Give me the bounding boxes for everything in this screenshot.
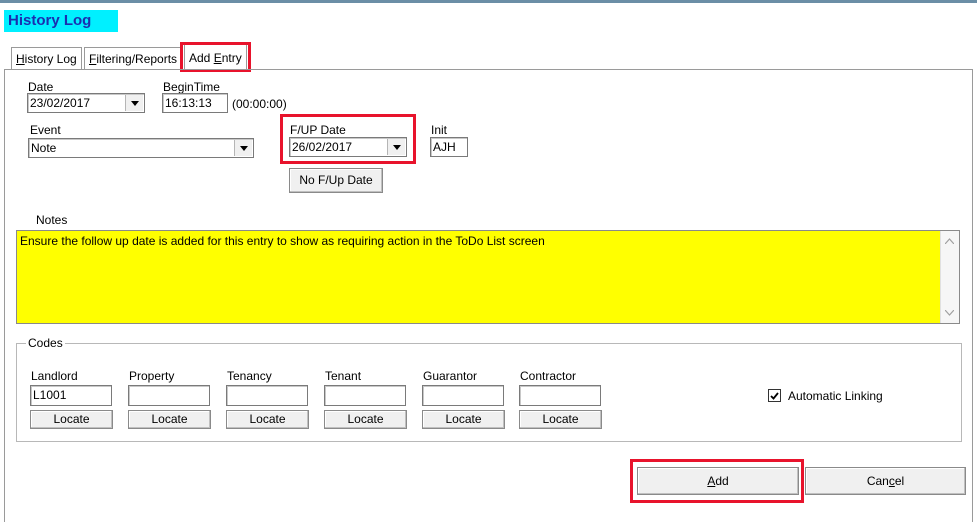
scroll-up-icon <box>945 238 954 244</box>
init-input[interactable]: AJH <box>430 137 468 157</box>
begintime-input[interactable]: 16:13:13 <box>162 93 228 113</box>
landlord-input[interactable]: L1001 <box>30 385 112 406</box>
notes-label: Notes <box>36 213 68 227</box>
contractor-locate-button[interactable]: Locate <box>519 410 602 429</box>
landlord-locate-button[interactable]: Locate <box>30 410 113 429</box>
window-top-border <box>0 0 977 3</box>
property-locate-button[interactable]: Locate <box>128 410 211 429</box>
highlight-add-button <box>630 459 804 503</box>
event-combo[interactable]: Note <box>28 138 254 158</box>
cancel-button[interactable]: Cancel <box>805 467 966 495</box>
notes-text: Ensure the follow up date is added for t… <box>20 234 545 248</box>
window-title: History Log <box>4 10 118 32</box>
init-label: Init <box>431 123 448 137</box>
date-label: Date <box>28 80 54 94</box>
property-input[interactable] <box>128 385 210 406</box>
guarantor-input[interactable] <box>422 385 504 406</box>
scroll-down-icon <box>945 310 954 316</box>
tenant-input[interactable] <box>324 385 406 406</box>
contractor-label: Contractor <box>520 369 577 383</box>
codes-legend: Codes <box>26 336 65 350</box>
tenancy-input[interactable] <box>226 385 308 406</box>
automatic-linking-label: Automatic Linking <box>788 389 883 403</box>
chevron-down-icon[interactable] <box>125 95 143 111</box>
begintime-label: BeginTime <box>163 80 220 94</box>
guarantor-locate-button[interactable]: Locate <box>422 410 505 429</box>
landlord-label: Landlord <box>31 369 78 383</box>
highlight-add-entry-tab <box>180 42 251 72</box>
tenancy-locate-button[interactable]: Locate <box>226 410 309 429</box>
tab-history-log[interactable]: History Log <box>11 47 82 69</box>
chevron-down-icon[interactable] <box>234 140 252 156</box>
notes-scrollbar[interactable] <box>940 231 959 323</box>
date-combo[interactable]: 23/02/2017 <box>27 93 145 113</box>
duration-text: (00:00:00) <box>232 97 287 111</box>
checkmark-icon <box>770 391 779 400</box>
contractor-input[interactable] <box>519 385 601 406</box>
tenancy-label: Tenancy <box>227 369 272 383</box>
highlight-fup-date <box>280 114 416 164</box>
tenant-locate-button[interactable]: Locate <box>324 410 407 429</box>
property-label: Property <box>129 369 175 383</box>
guarantor-label: Guarantor <box>423 369 478 383</box>
event-value: Note <box>31 141 57 155</box>
tenant-label: Tenant <box>325 369 362 383</box>
notes-textarea[interactable]: Ensure the follow up date is added for t… <box>16 230 960 324</box>
no-fup-date-button[interactable]: No F/Up Date <box>289 168 383 193</box>
automatic-linking-checkbox[interactable] <box>768 389 781 402</box>
event-label: Event <box>30 123 61 137</box>
date-value: 23/02/2017 <box>30 96 91 110</box>
tab-filtering-reports[interactable]: Filtering/Reports <box>84 47 183 69</box>
